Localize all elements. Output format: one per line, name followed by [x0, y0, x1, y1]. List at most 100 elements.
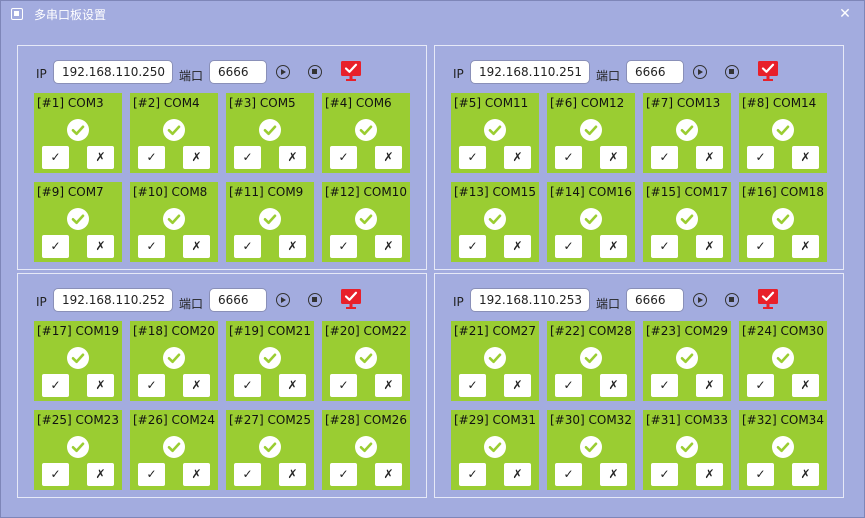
- confirm-button[interactable]: ✓: [555, 463, 582, 486]
- cancel-button[interactable]: ✗: [87, 374, 114, 397]
- cancel-button[interactable]: ✗: [504, 374, 531, 397]
- cancel-button[interactable]: ✗: [696, 146, 723, 169]
- cancel-button[interactable]: ✗: [279, 463, 306, 486]
- confirm-button[interactable]: ✓: [234, 374, 261, 397]
- play-icon[interactable]: [276, 65, 290, 79]
- port-input[interactable]: 6666: [626, 288, 684, 312]
- cancel-button[interactable]: ✗: [183, 374, 210, 397]
- cancel-button[interactable]: ✗: [279, 235, 306, 258]
- cancel-button[interactable]: ✗: [792, 146, 819, 169]
- stop-icon[interactable]: [308, 293, 322, 307]
- port-input[interactable]: 6666: [626, 60, 684, 84]
- serial-board-panel: IP 192.168.110.253 端口 6666 [#21] COM27 ✓…: [434, 273, 844, 498]
- com-port-label: [#15] COM17: [646, 185, 728, 199]
- com-port-label: [#14] COM16: [550, 185, 632, 199]
- cancel-button[interactable]: ✗: [600, 374, 627, 397]
- stop-icon[interactable]: [725, 65, 739, 79]
- confirm-button[interactable]: ✓: [138, 146, 165, 169]
- com-port-card: [#1] COM3 ✓ ✗: [34, 93, 122, 173]
- confirm-button[interactable]: ✓: [651, 146, 678, 169]
- check-circle-icon: [67, 436, 89, 458]
- confirm-button[interactable]: ✓: [651, 374, 678, 397]
- check-circle-icon: [484, 347, 506, 369]
- confirm-button[interactable]: ✓: [555, 235, 582, 258]
- confirm-button[interactable]: ✓: [459, 374, 486, 397]
- cancel-button[interactable]: ✗: [792, 374, 819, 397]
- confirm-button[interactable]: ✓: [42, 235, 69, 258]
- ip-input[interactable]: 192.168.110.250: [53, 60, 173, 84]
- confirm-button[interactable]: ✓: [330, 374, 357, 397]
- cancel-button[interactable]: ✗: [279, 374, 306, 397]
- cancel-button[interactable]: ✗: [792, 463, 819, 486]
- ip-input[interactable]: 192.168.110.253: [470, 288, 590, 312]
- confirm-button[interactable]: ✓: [330, 235, 357, 258]
- cancel-button[interactable]: ✗: [87, 146, 114, 169]
- confirm-button[interactable]: ✓: [459, 235, 486, 258]
- confirm-button[interactable]: ✓: [555, 146, 582, 169]
- confirm-button[interactable]: ✓: [747, 463, 774, 486]
- com-port-label: [#17] COM19: [37, 324, 119, 338]
- confirm-button[interactable]: ✓: [234, 235, 261, 258]
- confirm-button[interactable]: ✓: [42, 374, 69, 397]
- cancel-button[interactable]: ✗: [504, 146, 531, 169]
- check-circle-icon: [484, 436, 506, 458]
- confirm-button[interactable]: ✓: [651, 235, 678, 258]
- cancel-button[interactable]: ✗: [696, 374, 723, 397]
- cancel-button[interactable]: ✗: [504, 463, 531, 486]
- monitor-check-icon[interactable]: [757, 288, 779, 310]
- ip-input[interactable]: 192.168.110.252: [53, 288, 173, 312]
- cancel-button[interactable]: ✗: [87, 235, 114, 258]
- play-icon[interactable]: [276, 293, 290, 307]
- monitor-check-icon[interactable]: [757, 60, 779, 82]
- com-port-card: [#11] COM9 ✓ ✗: [226, 182, 314, 262]
- com-port-label: [#6] COM12: [550, 96, 625, 110]
- monitor-check-icon[interactable]: [340, 288, 362, 310]
- cancel-button[interactable]: ✗: [504, 235, 531, 258]
- com-port-card: [#28] COM26 ✓ ✗: [322, 410, 410, 490]
- cancel-button[interactable]: ✗: [696, 463, 723, 486]
- cancel-button[interactable]: ✗: [375, 374, 402, 397]
- play-icon[interactable]: [693, 65, 707, 79]
- ip-input[interactable]: 192.168.110.251: [470, 60, 590, 84]
- confirm-button[interactable]: ✓: [330, 146, 357, 169]
- cancel-button[interactable]: ✗: [183, 463, 210, 486]
- confirm-button[interactable]: ✓: [747, 235, 774, 258]
- com-port-card: [#16] COM18 ✓ ✗: [739, 182, 827, 262]
- stop-icon[interactable]: [725, 293, 739, 307]
- port-input[interactable]: 6666: [209, 60, 267, 84]
- cancel-button[interactable]: ✗: [375, 463, 402, 486]
- play-icon[interactable]: [693, 293, 707, 307]
- cancel-button[interactable]: ✗: [600, 146, 627, 169]
- confirm-button[interactable]: ✓: [234, 146, 261, 169]
- cancel-button[interactable]: ✗: [792, 235, 819, 258]
- cancel-button[interactable]: ✗: [375, 235, 402, 258]
- monitor-check-icon[interactable]: [340, 60, 362, 82]
- cancel-button[interactable]: ✗: [600, 235, 627, 258]
- close-button[interactable]: ✕: [834, 4, 856, 24]
- cancel-button[interactable]: ✗: [183, 235, 210, 258]
- cancel-button[interactable]: ✗: [87, 463, 114, 486]
- cancel-button[interactable]: ✗: [600, 463, 627, 486]
- confirm-button[interactable]: ✓: [459, 463, 486, 486]
- cancel-button[interactable]: ✗: [183, 146, 210, 169]
- com-port-card: [#21] COM27 ✓ ✗: [451, 321, 539, 401]
- confirm-button[interactable]: ✓: [138, 235, 165, 258]
- confirm-button[interactable]: ✓: [42, 463, 69, 486]
- confirm-button[interactable]: ✓: [42, 146, 69, 169]
- stop-icon[interactable]: [308, 65, 322, 79]
- confirm-button[interactable]: ✓: [330, 463, 357, 486]
- confirm-button[interactable]: ✓: [747, 374, 774, 397]
- check-circle-icon: [676, 119, 698, 141]
- confirm-button[interactable]: ✓: [138, 374, 165, 397]
- cancel-button[interactable]: ✗: [279, 146, 306, 169]
- confirm-button[interactable]: ✓: [747, 146, 774, 169]
- confirm-button[interactable]: ✓: [459, 146, 486, 169]
- confirm-button[interactable]: ✓: [234, 463, 261, 486]
- com-port-label: [#16] COM18: [742, 185, 824, 199]
- confirm-button[interactable]: ✓: [555, 374, 582, 397]
- confirm-button[interactable]: ✓: [138, 463, 165, 486]
- confirm-button[interactable]: ✓: [651, 463, 678, 486]
- cancel-button[interactable]: ✗: [696, 235, 723, 258]
- port-input[interactable]: 6666: [209, 288, 267, 312]
- cancel-button[interactable]: ✗: [375, 146, 402, 169]
